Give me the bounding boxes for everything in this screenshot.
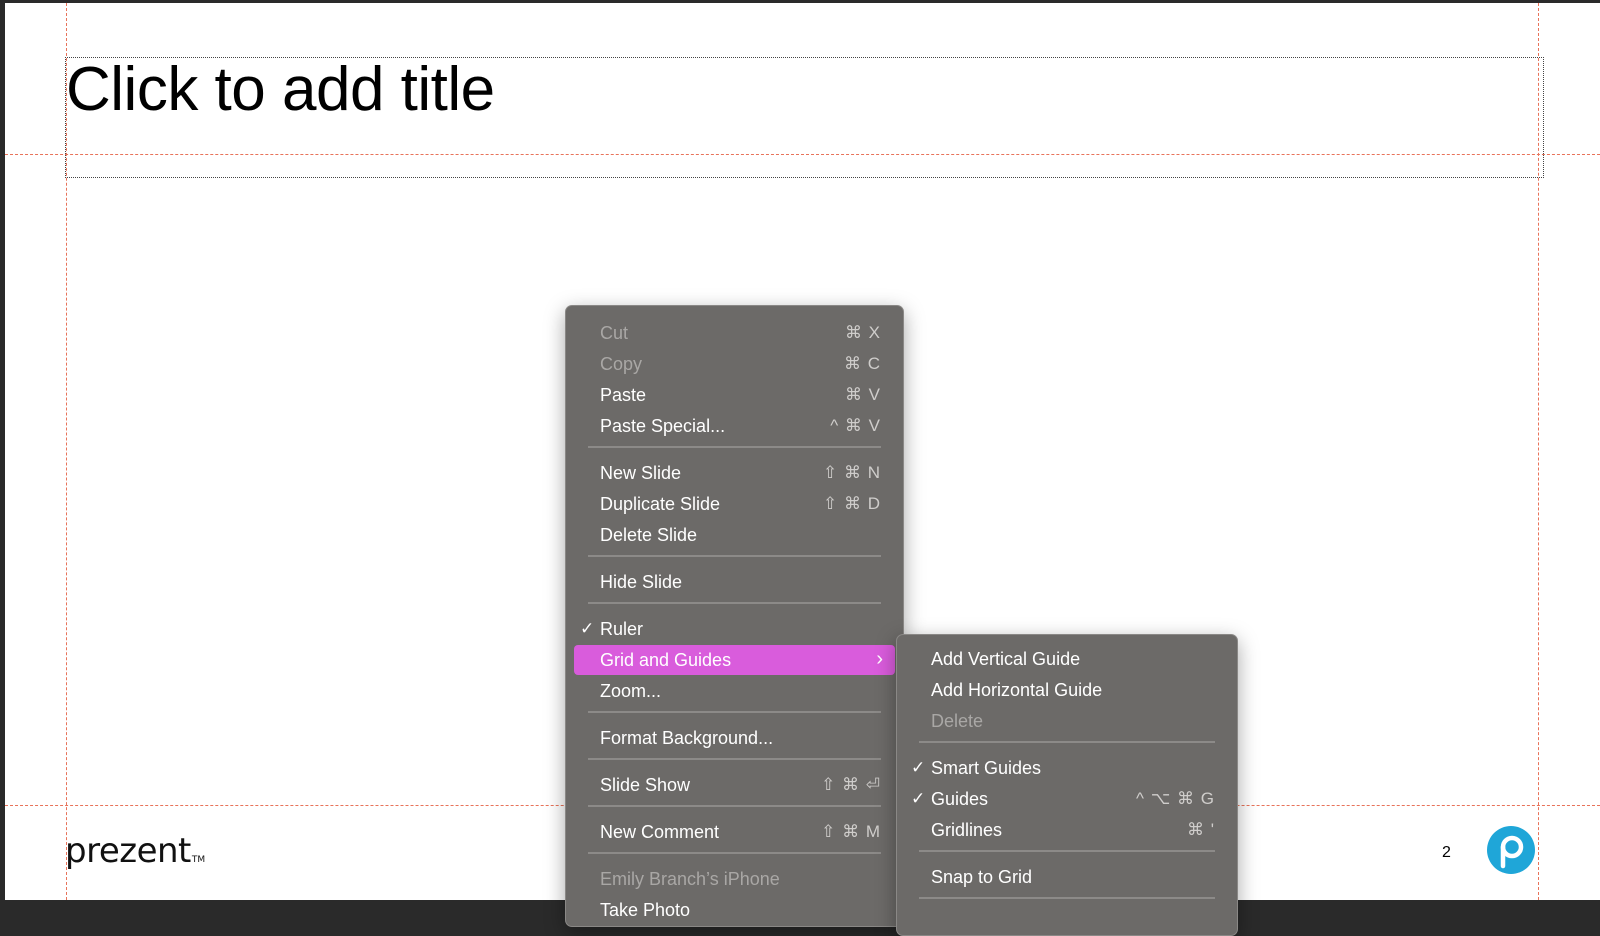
menu-item-label: Take Photo — [600, 900, 691, 920]
menu-item-duplicate-slide[interactable]: Duplicate Slide ⇧ ⌘ D — [574, 489, 895, 519]
menu-item-slide-show[interactable]: Slide Show ⇧ ⌘ ⏎ — [574, 770, 895, 800]
menu-item-label: Slide Show — [600, 775, 691, 795]
menu-item-label: Guides — [931, 789, 989, 809]
menu-item-label: Delete Slide — [600, 525, 698, 545]
menu-separator — [588, 446, 881, 448]
menu-separator — [588, 805, 881, 807]
menu-item-label: Grid and Guides — [600, 650, 732, 670]
menu-item-shortcut: ⇧ ⌘ M — [821, 822, 881, 841]
menu-item-ruler[interactable]: ✓ Ruler — [574, 614, 895, 644]
submenu-item-snap-to-grid[interactable]: Snap to Grid — [905, 862, 1229, 892]
submenu-item-add-horizontal-guide[interactable]: Add Horizontal Guide — [905, 675, 1229, 705]
menu-item-label: New Slide — [600, 463, 682, 483]
menu-item-shortcut: ⇧ ⌘ N — [823, 463, 881, 482]
menu-item-label: Paste — [600, 385, 647, 405]
title-placeholder-text: Click to add title — [66, 55, 495, 124]
menu-item-label: Emily Branch’s iPhone — [600, 869, 780, 889]
menu-item-shortcut: ⌘ C — [844, 354, 881, 373]
menu-item-label: Paste Special... — [600, 416, 726, 436]
menu-item-label: Zoom... — [600, 681, 662, 701]
submenu-item-add-vertical-guide[interactable]: Add Vertical Guide — [905, 644, 1229, 674]
menu-item-shortcut: ^ ⌘ V — [830, 416, 881, 435]
checkmark-icon: ✓ — [911, 789, 926, 808]
prezent-logo: prezentTM — [65, 831, 205, 871]
prezent-p-logo-icon — [1487, 826, 1535, 874]
menu-separator — [919, 850, 1215, 852]
menu-separator — [919, 897, 1215, 899]
menu-item-label: Snap to Grid — [931, 867, 1033, 887]
menu-item-take-photo[interactable]: Take Photo — [574, 895, 895, 925]
checkmark-icon: ✓ — [580, 619, 595, 638]
menu-separator — [919, 741, 1215, 743]
menu-item-shortcut: ⇧ ⌘ ⏎ — [821, 775, 881, 794]
menu-item-grid-and-guides[interactable]: Grid and Guides › — [574, 645, 895, 675]
submenu-item-guides[interactable]: ✓ Guides ^ ⌥ ⌘ G — [905, 784, 1229, 814]
menu-item-hide-slide[interactable]: Hide Slide — [574, 567, 895, 597]
menu-item-label: Duplicate Slide — [600, 494, 721, 514]
slide-number: 2 — [1442, 844, 1451, 861]
menu-item-paste[interactable]: Paste ⌘ V — [574, 380, 895, 410]
checkmark-icon: ✓ — [911, 758, 926, 777]
menu-item-zoom[interactable]: Zoom... — [574, 676, 895, 706]
submenu-item-smart-guides[interactable]: ✓ Smart Guides — [905, 753, 1229, 783]
menu-item-copy[interactable]: Copy ⌘ C — [574, 349, 895, 379]
menu-item-label: Cut — [600, 323, 629, 343]
menu-separator — [588, 555, 881, 557]
menu-item-label: Gridlines — [931, 820, 1003, 840]
menu-item-label: Smart Guides — [931, 758, 1042, 778]
menu-item-shortcut: ^ ⌥ ⌘ G — [1136, 789, 1215, 808]
menu-item-label: Copy — [600, 354, 643, 374]
menu-item-label: Hide Slide — [600, 572, 683, 592]
logo-trademark: TM — [191, 855, 206, 865]
menu-item-format-background[interactable]: Format Background... — [574, 723, 895, 753]
menu-item-label: New Comment — [600, 822, 720, 842]
menu-item-new-slide[interactable]: New Slide ⇧ ⌘ N — [574, 458, 895, 488]
menu-item-shortcut: ⌘ ' — [1187, 820, 1215, 839]
menu-separator — [588, 602, 881, 604]
menu-item-new-comment[interactable]: New Comment ⇧ ⌘ M — [574, 817, 895, 847]
menu-item-paste-special[interactable]: Paste Special... ^ ⌘ V — [574, 411, 895, 441]
menu-separator — [588, 852, 881, 854]
menu-item-label: Delete — [931, 711, 984, 731]
menu-item-label: Ruler — [600, 619, 644, 639]
menu-item-label: Format Background... — [600, 728, 774, 748]
menu-item-shortcut: ⌘ X — [844, 323, 881, 342]
context-menu: Cut ⌘ X Copy ⌘ C Paste ⌘ V Paste Special… — [565, 305, 904, 927]
submenu-item-gridlines[interactable]: Gridlines ⌘ ' — [905, 815, 1229, 845]
chevron-right-icon: › — [876, 648, 883, 670]
menu-item-label: Add Horizontal Guide — [931, 680, 1103, 700]
menu-item-label: Add Vertical Guide — [931, 649, 1081, 669]
menu-separator — [588, 711, 881, 713]
logo-text: prezent — [65, 831, 191, 871]
menu-item-cut[interactable]: Cut ⌘ X — [574, 318, 895, 348]
menu-item-shortcut: ⇧ ⌘ D — [823, 494, 881, 513]
menu-item-shortcut: ⌘ V — [844, 385, 881, 404]
menu-separator — [588, 758, 881, 760]
menu-item-delete-slide[interactable]: Delete Slide — [574, 520, 895, 550]
title-placeholder[interactable]: Click to add title — [65, 55, 1544, 178]
menu-item-device-header: Emily Branch’s iPhone — [574, 864, 895, 894]
grid-and-guides-submenu: Add Vertical Guide Add Horizontal Guide … — [896, 634, 1238, 936]
submenu-item-delete[interactable]: Delete — [905, 706, 1229, 736]
